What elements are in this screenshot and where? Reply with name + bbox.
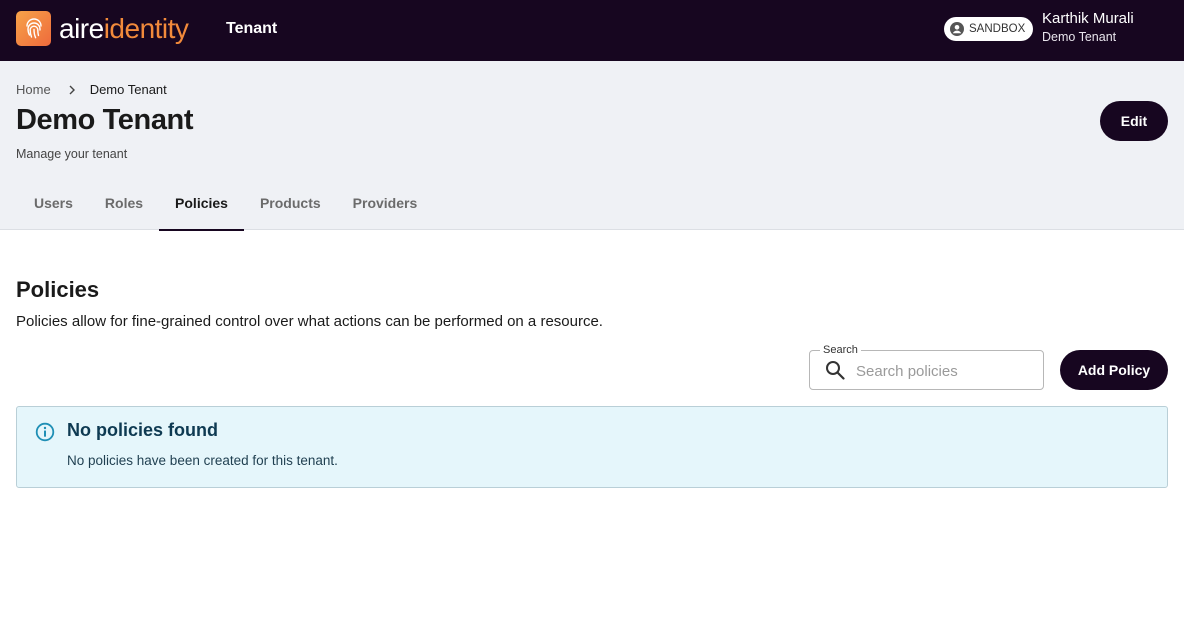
- edit-button[interactable]: Edit: [1100, 101, 1168, 141]
- brand-logo-text[interactable]: aireidentity: [59, 12, 189, 46]
- tab-roles[interactable]: Roles: [89, 182, 159, 230]
- info-icon: [35, 422, 55, 442]
- user-name[interactable]: Karthik Murali: [1042, 10, 1134, 27]
- fingerprint-icon[interactable]: [16, 11, 51, 46]
- page-subtitle: Manage your tenant: [16, 147, 128, 161]
- section-description: Policies allow for fine-grained control …: [16, 313, 603, 330]
- environment-badge: SANDBOX: [944, 17, 1034, 41]
- environment-badge-label: SANDBOX: [969, 23, 1026, 35]
- tab-bar: Users Roles Policies Products Providers: [18, 182, 434, 231]
- search-icon: [825, 360, 845, 380]
- add-policy-button[interactable]: Add Policy: [1060, 350, 1168, 390]
- section-title: Policies: [16, 277, 100, 302]
- tab-providers[interactable]: Providers: [337, 182, 434, 230]
- top-navbar: aireidentity Tenant SANDBOX Karthik Mura…: [0, 0, 1184, 61]
- app-title[interactable]: Tenant: [226, 20, 277, 38]
- page-header: Home Demo Tenant Demo Tenant Manage your…: [0, 61, 1184, 231]
- tab-policies[interactable]: Policies: [159, 182, 244, 231]
- search-input[interactable]: [850, 360, 1035, 382]
- brand-part-aire: aire: [59, 13, 104, 44]
- tab-users[interactable]: Users: [18, 182, 89, 230]
- breadcrumb-current: Demo Tenant: [89, 82, 167, 97]
- page-title: Demo Tenant: [16, 104, 194, 136]
- empty-state-alert: No policies found No policies have been …: [16, 406, 1168, 488]
- alert-title: No policies found: [67, 420, 218, 440]
- alert-text: No policies have been created for this t…: [67, 453, 338, 468]
- search-label: Search: [820, 344, 861, 356]
- account-circle-icon: [950, 22, 964, 36]
- tab-products[interactable]: Products: [244, 182, 337, 230]
- brand-part-identity: identity: [103, 13, 189, 44]
- user-tenant: Demo Tenant: [1042, 30, 1117, 44]
- breadcrumb-home-link[interactable]: Home: [16, 82, 51, 97]
- chevron-right-icon: [67, 85, 77, 95]
- breadcrumb: Home Demo Tenant: [16, 82, 167, 97]
